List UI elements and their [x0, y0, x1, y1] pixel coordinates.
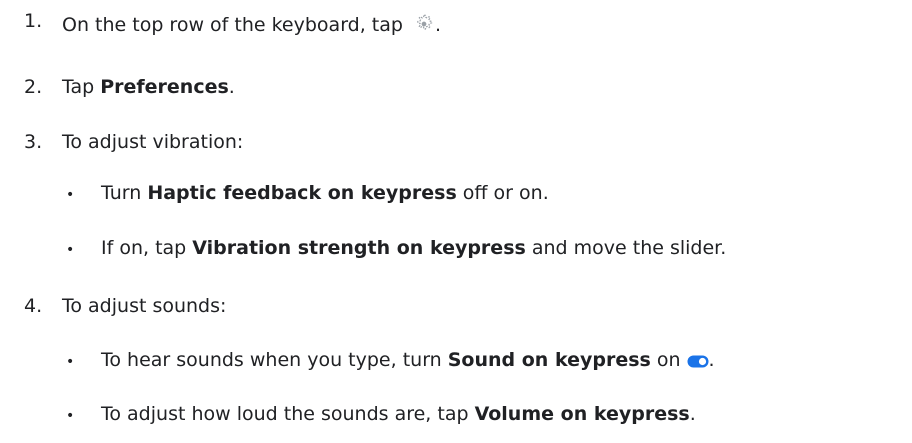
step-text-segment: . [435, 14, 442, 36]
step-text-segment: Tap [62, 76, 101, 98]
bullet-text: To adjust how loud the sounds are, tap V… [101, 403, 696, 425]
step-number: 4. [24, 295, 43, 317]
bullet-text-segment: and move the slider. [525, 237, 727, 259]
step-text-segment: . [228, 76, 235, 98]
menu-item-preferences: Preferences [100, 76, 229, 98]
step-text-segment: On the top row of the keyboard, tap [62, 14, 410, 36]
bullet-text-segment: off or on. [456, 182, 549, 204]
step-text: On the top row of the keyboard, tap . [62, 13, 441, 40]
bullet-text: If on, tap Vibration strength on keypres… [101, 237, 726, 259]
gear-icon [413, 13, 435, 40]
bullet-dot: • [66, 354, 75, 370]
setting-volume-on-keypress: Volume on keypress [474, 403, 690, 425]
setting-vibration-strength: Vibration strength on keypress [192, 237, 526, 259]
bullet-text-segment: To adjust how loud the sounds are, tap [101, 403, 475, 425]
bullet-text-segment: on [650, 349, 681, 371]
step-text: To adjust vibration: [62, 131, 244, 153]
setting-sound-on-keypress: Sound on keypress [447, 349, 651, 371]
step-text: Tap Preferences. [62, 76, 235, 98]
step-number: 1. [24, 10, 43, 32]
step-number: 3. [24, 131, 43, 153]
bullet-text-segment: To hear sounds when you type, turn [101, 349, 448, 371]
bullet-dot: • [66, 242, 75, 258]
setting-haptic-feedback: Haptic feedback on keypress [147, 182, 457, 204]
bullet-text-segment: . [708, 349, 715, 371]
bullet-text: To hear sounds when you type, turn Sound… [101, 349, 715, 373]
bullet-text-segment: . [689, 403, 696, 425]
bullet-dot: • [66, 408, 75, 424]
step-text: To adjust sounds: [62, 295, 227, 317]
bullet-text-segment: Turn [101, 182, 148, 204]
toggle-on-icon [687, 351, 709, 373]
bullet-text-segment: If on, tap [101, 237, 193, 259]
bullet-text: Turn Haptic feedback on keypress off or … [101, 182, 549, 204]
bullet-dot: • [66, 187, 75, 203]
step-number: 2. [24, 76, 43, 98]
